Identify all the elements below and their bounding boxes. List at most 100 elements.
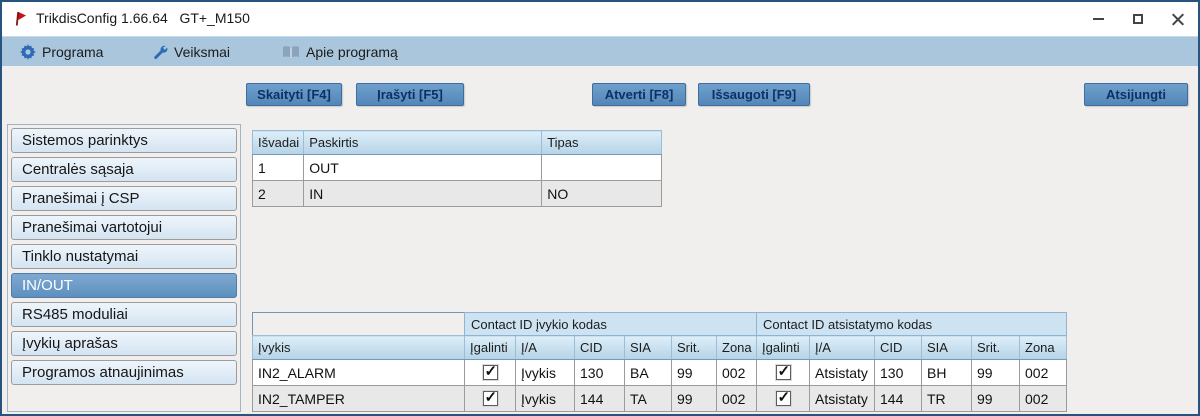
cid-cell[interactable]: 130 — [874, 359, 922, 386]
enable-checkbox[interactable] — [775, 362, 791, 380]
event-name-cell[interactable]: IN2_ALARM — [252, 359, 465, 386]
column-header-tipas: Tipas — [541, 130, 663, 155]
minimize-icon — [1092, 18, 1104, 20]
io-table-row: 1 OUT — [251, 154, 663, 181]
menu-item-apie-programa[interactable]: Apie programą — [282, 37, 398, 67]
sidebar-item-pranesimai-i-csp[interactable]: Pranešimai į CSP — [11, 186, 237, 211]
sia-cell[interactable]: BA — [624, 359, 672, 386]
cid-cell[interactable]: 144 — [574, 385, 625, 412]
book-icon — [283, 45, 299, 58]
sidebar-item-in-out[interactable]: IN/OUT — [11, 273, 237, 298]
column-header-cid: CID — [574, 335, 625, 360]
event-table-group-header-row: Contact ID įvykio kodas Contact ID atsis… — [253, 312, 1067, 336]
ia-cell[interactable]: Atsistaty — [809, 385, 875, 412]
sidebar-item-centrales-sasaja[interactable]: Centralės sąsaja — [11, 157, 237, 182]
column-header-zona: Zona — [716, 335, 757, 360]
column-header-srit: Srit. — [671, 335, 717, 360]
srit-cell[interactable]: 99 — [971, 359, 1020, 386]
menu-item-label: Apie programą — [306, 44, 398, 60]
enable-checkbox[interactable] — [775, 388, 791, 406]
enable-checkbox-cell — [756, 359, 810, 386]
maximize-button[interactable] — [1118, 2, 1158, 36]
enable-checkbox-cell — [756, 385, 810, 412]
minimize-button[interactable] — [1078, 2, 1118, 36]
column-header-ia: Į/A — [809, 335, 875, 360]
menu-item-veiksmai[interactable]: Veiksmai — [152, 37, 230, 67]
io-cell-tipas[interactable] — [541, 154, 663, 181]
zona-cell[interactable]: 002 — [716, 359, 757, 386]
window-controls — [1078, 2, 1198, 36]
ia-cell[interactable]: Įvykis — [515, 385, 575, 412]
group-header-restore-code: Contact ID atsistatymo kodas — [756, 312, 1067, 336]
io-cell-tipas[interactable]: NO — [541, 180, 663, 207]
sidebar-item-rs485-moduliai[interactable]: RS485 moduliai — [11, 302, 237, 327]
cid-cell[interactable]: 144 — [874, 385, 922, 412]
sia-cell[interactable]: TA — [624, 385, 672, 412]
srit-cell[interactable]: 99 — [971, 385, 1020, 412]
io-cell-number[interactable]: 2 — [251, 180, 305, 207]
enable-checkbox-cell — [464, 385, 516, 412]
ia-cell[interactable]: Atsistaty — [809, 359, 875, 386]
save-f9-button[interactable]: Išsaugoti [F9] — [698, 83, 810, 106]
event-table: Contact ID įvykio kodas Contact ID atsis… — [252, 312, 1067, 412]
sia-cell[interactable]: BH — [921, 359, 972, 386]
io-table: Išvadai Paskirtis Tipas 1 OUT 2 IN NO — [251, 130, 663, 207]
column-header-ia: Į/A — [515, 335, 575, 360]
column-header-igalinti: Įgalinti — [464, 335, 516, 360]
open-f8-button[interactable]: Atverti [F8] — [592, 83, 686, 106]
zona-cell[interactable]: 002 — [1019, 359, 1067, 386]
sidebar-item-sistemos-parinktys[interactable]: Sistemos parinktys — [11, 128, 237, 153]
srit-cell[interactable]: 99 — [671, 385, 717, 412]
title-bar: TrikdisConfig 1.66.64 GT+_M150 — [2, 2, 1198, 36]
io-table-row: 2 IN NO — [251, 180, 663, 207]
column-header-srit: Srit. — [971, 335, 1020, 360]
read-f4-button[interactable]: Skaityti [F4] — [246, 83, 342, 106]
close-button[interactable] — [1158, 2, 1198, 36]
io-cell-paskirtis[interactable]: OUT — [303, 154, 543, 181]
column-header-sia: SIA — [921, 335, 972, 360]
column-header-cid: CID — [874, 335, 922, 360]
wrench-icon — [154, 45, 168, 59]
column-header-igalinti: Įgalinti — [756, 335, 810, 360]
group-header-spacer — [253, 313, 465, 336]
zona-cell[interactable]: 002 — [1019, 385, 1067, 412]
disconnect-button[interactable]: Atsijungti — [1084, 83, 1188, 106]
event-table-header-row: Įvykis Įgalinti Į/A CID SIA Srit. Zona Į… — [252, 335, 1067, 360]
menu-item-programa[interactable]: Programa — [20, 37, 103, 67]
column-header-paskirtis: Paskirtis — [303, 130, 543, 155]
app-logo-icon — [15, 12, 26, 26]
ia-cell[interactable]: Įvykis — [515, 359, 575, 386]
app-window: TrikdisConfig 1.66.64 GT+_M150 Programa … — [0, 0, 1200, 416]
sidebar-item-tinklo-nustatymai[interactable]: Tinklo nustatymai — [11, 244, 237, 269]
write-f5-button[interactable]: Įrašyti [F5] — [356, 83, 464, 106]
column-header-zona: Zona — [1019, 335, 1067, 360]
sidebar: Sistemos parinktys Centralės sąsaja Pran… — [7, 124, 241, 412]
sidebar-item-programos-atnaujinimas[interactable]: Programos atnaujinimas — [11, 360, 237, 385]
io-table-header-row: Išvadai Paskirtis Tipas — [251, 130, 663, 155]
menu-bar: Programa Veiksmai Apie programą — [2, 36, 1198, 66]
group-header-event-code: Contact ID įvykio kodas — [464, 312, 757, 336]
column-header-sia: SIA — [624, 335, 672, 360]
enable-checkbox-cell — [464, 359, 516, 386]
menu-item-label: Veiksmai — [174, 44, 231, 60]
event-table-row: IN2_TAMPER Įvykis 144 TA 99 002 Atsistat… — [252, 385, 1067, 412]
sidebar-item-pranesimai-vartotojui[interactable]: Pranešimai vartotojui — [11, 215, 237, 240]
io-cell-number[interactable]: 1 — [251, 154, 305, 181]
maximize-icon — [1133, 14, 1143, 24]
cid-cell[interactable]: 130 — [574, 359, 625, 386]
sidebar-item-ivykiu-aprasas[interactable]: Įvykių aprašas — [11, 331, 237, 356]
close-icon — [1172, 13, 1184, 25]
column-header-isvadai: Išvadai — [251, 130, 305, 155]
gear-icon — [20, 44, 36, 60]
sia-cell[interactable]: TR — [921, 385, 972, 412]
menu-item-label: Programa — [42, 44, 104, 60]
event-table-row: IN2_ALARM Įvykis 130 BA 99 002 Atsistaty… — [252, 359, 1067, 386]
window-title: TrikdisConfig 1.66.64 GT+_M150 — [36, 10, 250, 26]
column-header-ivykis: Įvykis — [252, 335, 465, 360]
io-cell-paskirtis[interactable]: IN — [303, 180, 543, 207]
srit-cell[interactable]: 99 — [671, 359, 717, 386]
enable-checkbox[interactable] — [482, 362, 498, 380]
event-name-cell[interactable]: IN2_TAMPER — [252, 385, 465, 412]
zona-cell[interactable]: 002 — [716, 385, 757, 412]
enable-checkbox[interactable] — [482, 388, 498, 406]
